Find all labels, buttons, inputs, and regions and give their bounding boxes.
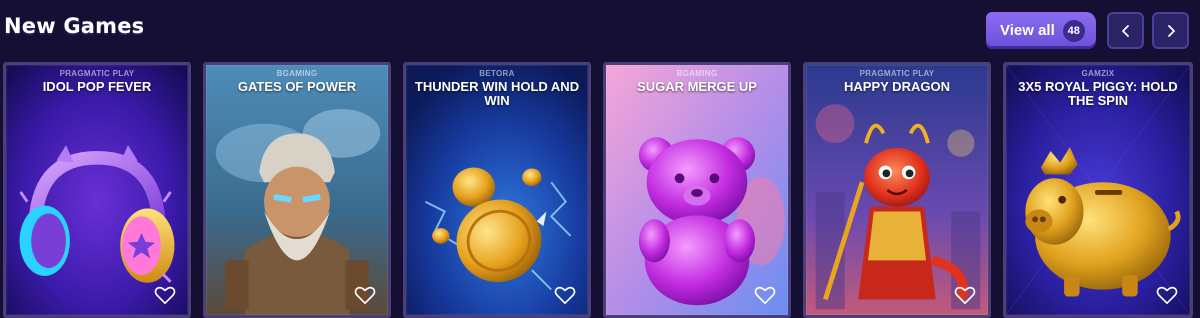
game-provider: BETORA bbox=[479, 69, 515, 78]
game-title: GATES OF POWER bbox=[237, 79, 357, 94]
game-title: SUGAR MERGE UP bbox=[637, 79, 757, 94]
headphones-icon bbox=[6, 65, 188, 315]
game-title: HAPPY DRAGON bbox=[844, 79, 950, 94]
game-card[interactable]: BETORA THUNDER WIN HOLD AND WIN bbox=[403, 62, 591, 318]
gummy-bear-icon bbox=[606, 65, 788, 315]
game-provider: BGAMING bbox=[676, 69, 718, 78]
favorite-heart-icon[interactable] bbox=[954, 285, 976, 305]
dragon-icon bbox=[806, 65, 988, 315]
section-title: New Games bbox=[4, 14, 145, 38]
favorite-heart-icon[interactable] bbox=[754, 285, 776, 305]
view-all-count-badge: 48 bbox=[1062, 19, 1085, 42]
games-carousel: PRAGMATIC PLAY IDOL POP FEVER BGAMING GA… bbox=[0, 62, 1200, 318]
favorite-heart-icon[interactable] bbox=[1156, 285, 1178, 305]
game-provider: PRAGMATIC PLAY bbox=[859, 69, 935, 78]
game-card[interactable]: PRAGMATIC PLAY HAPPY DRAGON bbox=[803, 62, 991, 318]
game-card[interactable]: BGAMING SUGAR MERGE UP bbox=[603, 62, 791, 318]
chevron-left-icon bbox=[1121, 24, 1129, 37]
view-all-label: View all bbox=[1000, 22, 1055, 39]
bearded-god-icon bbox=[206, 65, 388, 315]
game-title: IDOL POP FEVER bbox=[42, 79, 152, 94]
game-provider: PRAGMATIC PLAY bbox=[59, 69, 135, 78]
next-button[interactable] bbox=[1152, 12, 1189, 49]
game-card[interactable]: BGAMING GATES OF POWER bbox=[203, 62, 391, 318]
previous-button[interactable] bbox=[1107, 12, 1144, 49]
section-header: New Games View all 48 bbox=[0, 0, 1200, 62]
game-card[interactable]: GAMZIX 3X5 ROYAL PIGGY: HOLD THE SPIN bbox=[1003, 62, 1193, 318]
game-provider: GAMZIX bbox=[1081, 69, 1115, 78]
favorite-heart-icon[interactable] bbox=[354, 285, 376, 305]
favorite-heart-icon[interactable] bbox=[554, 285, 576, 305]
game-card[interactable]: PRAGMATIC PLAY IDOL POP FEVER bbox=[3, 62, 191, 318]
game-title: THUNDER WIN HOLD AND WIN bbox=[414, 79, 580, 108]
game-provider: BGAMING bbox=[276, 69, 318, 78]
chevron-right-icon bbox=[1167, 24, 1175, 37]
view-all-button[interactable]: View all 48 bbox=[986, 12, 1096, 49]
favorite-heart-icon[interactable] bbox=[154, 285, 176, 305]
game-title: 3X5 ROYAL PIGGY: HOLD THE SPIN bbox=[1018, 79, 1178, 108]
